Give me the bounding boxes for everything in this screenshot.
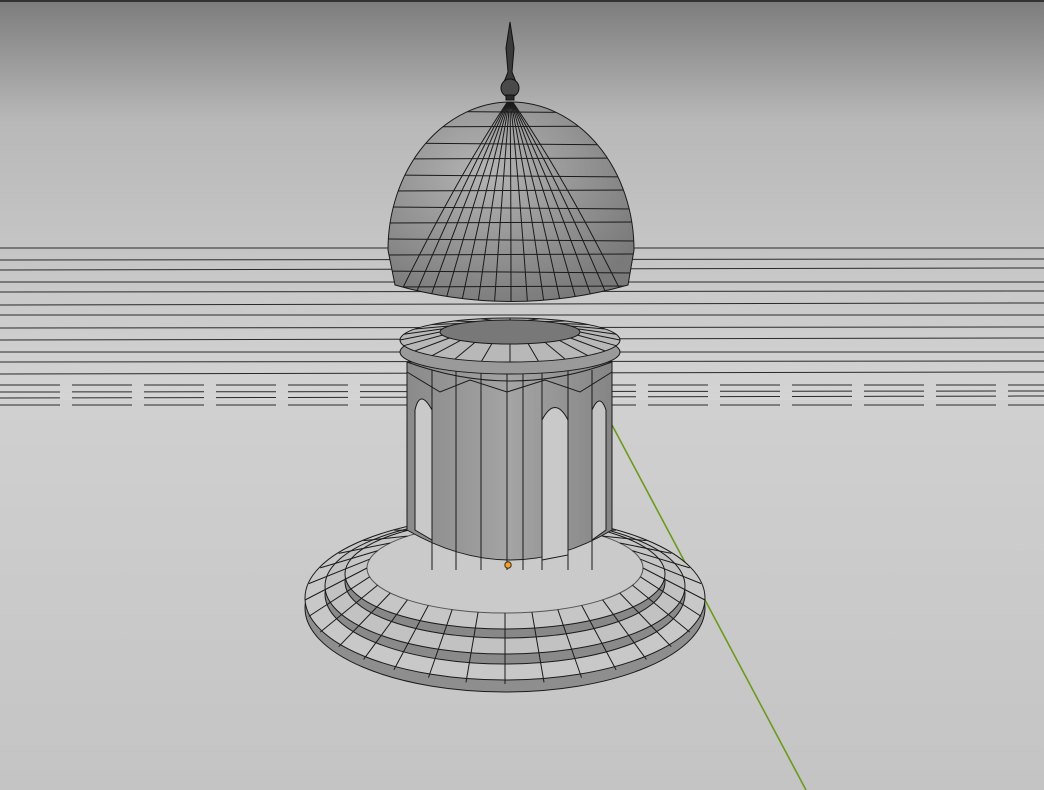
arch-opening-far	[591, 400, 607, 541]
object-origin-dot	[504, 561, 512, 569]
colonnade-top-ring	[399, 317, 621, 375]
3d-viewport[interactable]	[0, 0, 1044, 790]
arch-opening-left	[414, 398, 433, 541]
viewport-scene[interactable]	[0, 0, 1044, 790]
viewport-top-border	[0, 0, 1044, 2]
colonnade	[406, 361, 613, 570]
arch-opening-right	[541, 407, 569, 561]
